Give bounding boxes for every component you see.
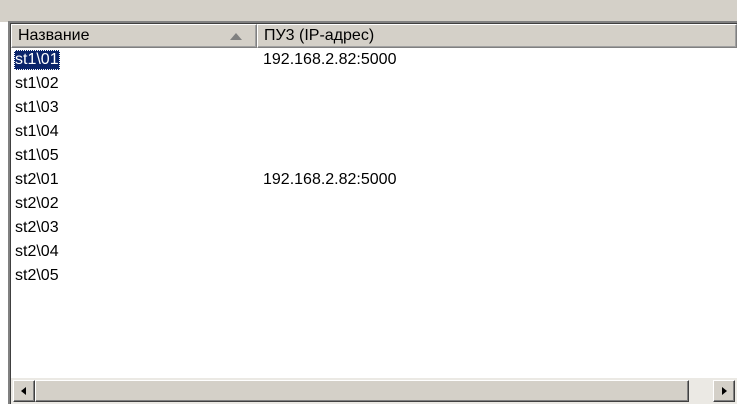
list-rows: st1\01 192.168.2.82:5000 st1\02 st1\03 s…: [11, 48, 737, 288]
row-name-cell[interactable]: st1\01: [14, 50, 60, 70]
row-name-cell[interactable]: st2\05: [15, 264, 59, 288]
scroll-left-button[interactable]: [13, 380, 35, 402]
row-address-cell: 192.168.2.82:5000: [263, 171, 397, 188]
column-header-name-label: Название: [18, 27, 90, 44]
row-name-cell[interactable]: st2\03: [15, 216, 59, 240]
row-name-cell[interactable]: st1\05: [15, 144, 59, 168]
list-row[interactable]: st1\03: [11, 96, 737, 120]
list-view[interactable]: Название ПУ3 (IP-адрес) st1\01 192.168.2…: [8, 21, 737, 404]
list-row[interactable]: st2\04: [11, 240, 737, 264]
row-name-cell[interactable]: st2\02: [15, 192, 59, 216]
scroll-right-button[interactable]: [713, 380, 735, 402]
horizontal-scrollbar[interactable]: [11, 378, 737, 404]
list-row[interactable]: st1\01 192.168.2.82:5000: [11, 48, 737, 72]
list-row[interactable]: st2\01 192.168.2.82:5000: [11, 168, 737, 192]
row-name-cell[interactable]: st2\04: [15, 240, 59, 264]
list-row[interactable]: st2\03: [11, 216, 737, 240]
sort-ascending-icon: [230, 33, 242, 40]
list-row[interactable]: st1\04: [11, 120, 737, 144]
list-row[interactable]: st2\02: [11, 192, 737, 216]
list-header: Название ПУ3 (IP-адрес): [11, 24, 737, 48]
row-name-cell[interactable]: st1\03: [15, 96, 59, 120]
column-header-name[interactable]: Название: [11, 24, 257, 48]
window: Название ПУ3 (IP-адрес) st1\01 192.168.2…: [0, 0, 737, 404]
row-address-cell: 192.168.2.82:5000: [263, 51, 397, 68]
list-row[interactable]: st1\02: [11, 72, 737, 96]
row-name-cell[interactable]: st1\04: [15, 120, 59, 144]
top-frame: [0, 0, 737, 22]
row-name-cell[interactable]: st2\01: [15, 168, 59, 192]
scroll-thumb[interactable]: [35, 380, 689, 402]
arrow-right-icon: [722, 387, 727, 395]
row-name-cell[interactable]: st1\02: [15, 72, 59, 96]
column-header-address-label: ПУ3 (IP-адрес): [264, 27, 375, 44]
column-header-address[interactable]: ПУ3 (IP-адрес): [257, 24, 737, 48]
list-row[interactable]: st1\05: [11, 144, 737, 168]
arrow-left-icon: [21, 387, 26, 395]
list-row[interactable]: st2\05: [11, 264, 737, 288]
